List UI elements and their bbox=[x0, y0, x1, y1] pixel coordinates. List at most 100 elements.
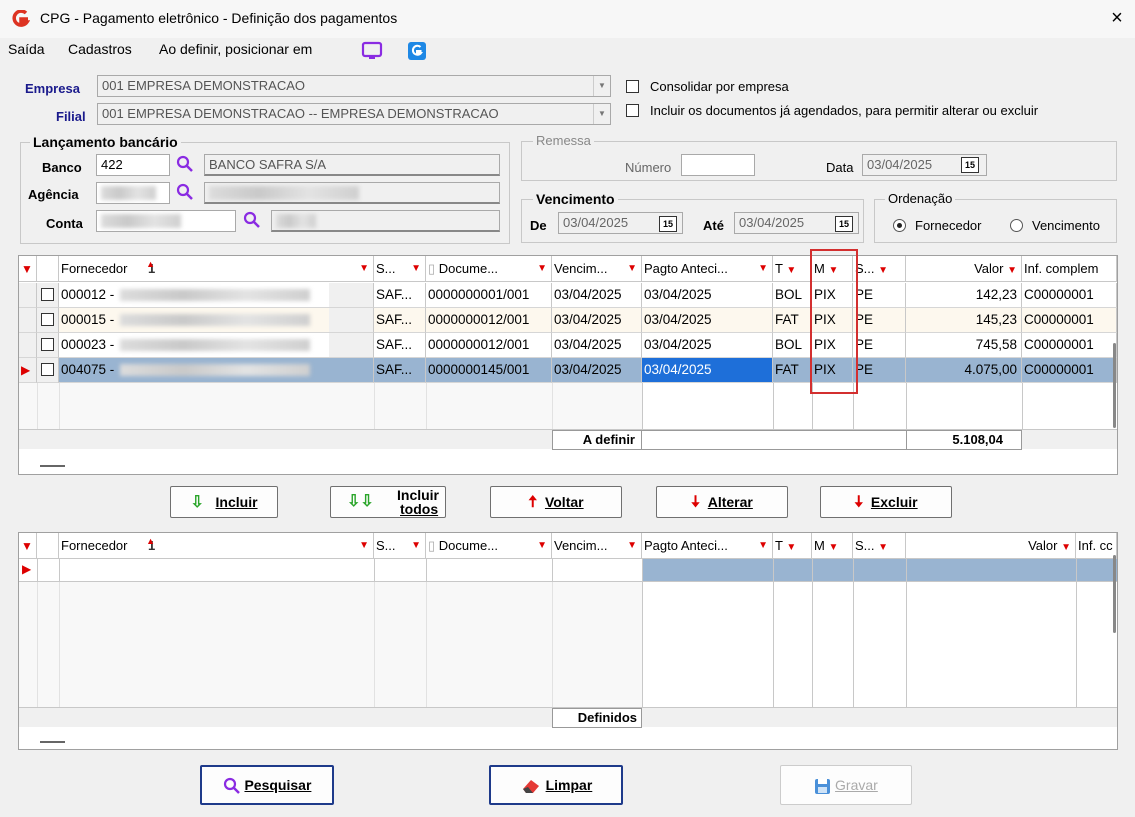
cell-fornecedor[interactable]: 004075 - bbox=[59, 358, 374, 383]
empresa-select[interactable]: 001 EMPRESA DEMONSTRACAO bbox=[97, 75, 611, 97]
pending-grid-splitter[interactable] bbox=[40, 465, 65, 467]
row-checkbox[interactable] bbox=[41, 313, 54, 326]
col-inf[interactable]: Inf. cc bbox=[1076, 533, 1117, 558]
pesquisar-button[interactable]: Pesquisar bbox=[200, 765, 334, 805]
table-row[interactable]: 000012 - SAF... 0000000001/001 03/04/2025 03… bbox=[19, 283, 1117, 308]
banco-input[interactable]: 422 bbox=[96, 154, 170, 176]
search-icon[interactable] bbox=[176, 183, 194, 201]
defined-selected-row[interactable] bbox=[642, 559, 1117, 581]
cell-s2[interactable]: PE bbox=[853, 283, 906, 308]
cell-s[interactable]: SAF... bbox=[374, 308, 426, 333]
search-icon[interactable] bbox=[176, 155, 194, 173]
cell-documento[interactable]: 0000000001/001 bbox=[426, 283, 552, 308]
pending-grid-scrollbar[interactable] bbox=[1113, 343, 1116, 428]
cell-s2[interactable]: PE bbox=[853, 333, 906, 358]
cell-vencimento[interactable]: 03/04/2025 bbox=[552, 308, 642, 333]
cell-m[interactable]: PIX bbox=[812, 308, 853, 333]
col-s[interactable]: S... ▼ bbox=[374, 533, 426, 558]
col-s2[interactable]: S... ▼ bbox=[853, 256, 906, 281]
cell-valor[interactable]: 142,23 bbox=[906, 283, 1022, 308]
excluir-button[interactable]: 🠇 Excluir bbox=[820, 486, 952, 518]
cell-inf[interactable]: C00000001 bbox=[1022, 333, 1117, 358]
cell-pagto[interactable]: 03/04/2025 bbox=[642, 358, 773, 383]
col-s[interactable]: S... ▼ bbox=[374, 256, 426, 281]
row-checkbox[interactable] bbox=[41, 288, 54, 301]
chevron-down-icon[interactable]: ▼ bbox=[593, 104, 610, 124]
incluir-agendados-checkbox[interactable] bbox=[626, 104, 639, 117]
cell-valor[interactable]: 145,23 bbox=[906, 308, 1022, 333]
col-documento[interactable]: ▯ Docume... ▼ bbox=[426, 256, 552, 281]
ordenacao-fornecedor-radio[interactable] bbox=[893, 219, 906, 232]
cell-s[interactable]: SAF... bbox=[374, 358, 426, 383]
cell-inf[interactable]: C00000001 bbox=[1022, 308, 1117, 333]
col-t[interactable]: T ▼ bbox=[773, 256, 812, 281]
col-vencimento[interactable]: Vencim... ▼ bbox=[552, 256, 642, 281]
col-vencimento[interactable]: Vencim... ▼ bbox=[552, 533, 642, 558]
cell-s2[interactable]: PE bbox=[853, 308, 906, 333]
cell-t[interactable]: FAT bbox=[773, 308, 812, 333]
cell-m[interactable]: PIX bbox=[812, 333, 853, 358]
cell-documento[interactable]: 0000000145/001 bbox=[426, 358, 552, 383]
cell-s[interactable]: SAF... bbox=[374, 283, 426, 308]
menu-saida[interactable]: Saída bbox=[8, 41, 45, 57]
ordenacao-vencimento-radio[interactable] bbox=[1010, 219, 1023, 232]
cell-fornecedor[interactable]: 000015 - bbox=[59, 308, 374, 333]
cell-t[interactable]: BOL bbox=[773, 283, 812, 308]
cell-vencimento[interactable]: 03/04/2025 bbox=[552, 283, 642, 308]
cell-vencimento[interactable]: 03/04/2025 bbox=[552, 333, 642, 358]
col-documento[interactable]: ▯ Docume... ▼ bbox=[426, 533, 552, 558]
col-s2[interactable]: S... ▼ bbox=[853, 533, 906, 558]
cell-m[interactable]: PIX bbox=[812, 358, 853, 383]
menu-cadastros[interactable]: Cadastros bbox=[68, 41, 132, 57]
col-valor[interactable]: Valor ▼ bbox=[906, 256, 1022, 281]
search-icon[interactable] bbox=[243, 211, 261, 229]
cell-documento[interactable]: 0000000012/001 bbox=[426, 308, 552, 333]
cell-fornecedor[interactable]: 000023 - bbox=[59, 333, 374, 358]
cell-s2[interactable]: PE bbox=[853, 358, 906, 383]
cell-valor[interactable]: 4.075,00 bbox=[906, 358, 1022, 383]
row-select-cell[interactable] bbox=[37, 308, 59, 333]
agencia-input[interactable] bbox=[96, 182, 170, 204]
row-select-cell[interactable] bbox=[37, 283, 59, 308]
col-fornecedor[interactable]: Fornecedor ▲1 ▼ bbox=[59, 256, 374, 281]
table-row[interactable]: ▶ 004075 - SAF... 0000000145/001 03/04/2025 0… bbox=[19, 358, 1117, 383]
row-checkbox[interactable] bbox=[41, 338, 54, 351]
col-t[interactable]: T ▼ bbox=[773, 533, 812, 558]
incluir-button[interactable]: ⇩ Incluir bbox=[170, 486, 278, 518]
col-valor[interactable]: Valor ▼ bbox=[906, 533, 1076, 558]
cell-inf[interactable]: C00000001 bbox=[1022, 283, 1117, 308]
col-pagto[interactable]: Pagto Anteci... ▼ bbox=[642, 256, 773, 281]
col-m[interactable]: M ▼ bbox=[812, 256, 853, 281]
cell-t[interactable]: FAT bbox=[773, 358, 812, 383]
alterar-button[interactable]: 🠇 Alterar bbox=[656, 486, 788, 518]
defined-grid-splitter[interactable] bbox=[40, 741, 65, 743]
col-inf[interactable]: Inf. complem bbox=[1022, 256, 1117, 281]
cell-pagto[interactable]: 03/04/2025 bbox=[642, 308, 773, 333]
limpar-button[interactable]: Limpar bbox=[489, 765, 623, 805]
cell-s[interactable]: SAF... bbox=[374, 333, 426, 358]
monitor-icon[interactable] bbox=[361, 41, 383, 61]
cell-fornecedor[interactable]: 000012 - bbox=[59, 283, 374, 308]
row-select-cell[interactable] bbox=[37, 358, 59, 383]
gravar-button[interactable]: Gravar bbox=[780, 765, 912, 805]
cell-vencimento[interactable]: 03/04/2025 bbox=[552, 358, 642, 383]
conta-input[interactable] bbox=[96, 210, 236, 232]
calendar-icon[interactable]: 15 bbox=[961, 157, 979, 173]
defined-grid-scrollbar[interactable] bbox=[1113, 555, 1116, 633]
calendar-icon[interactable]: 15 bbox=[835, 216, 853, 232]
col-fornecedor[interactable]: Fornecedor ▲1 ▼ bbox=[59, 533, 374, 558]
consolidar-checkbox[interactable] bbox=[626, 80, 639, 93]
row-select-cell[interactable] bbox=[37, 333, 59, 358]
table-row[interactable]: 000023 - SAF... 0000000012/001 03/04/2025 03… bbox=[19, 333, 1117, 358]
numero-input[interactable] bbox=[681, 154, 755, 176]
table-row[interactable]: 000015 - SAF... 0000000012/001 03/04/2025 03… bbox=[19, 308, 1117, 333]
filial-select[interactable]: 001 EMPRESA DEMONSTRACAO -- EMPRESA DEMO… bbox=[97, 103, 611, 125]
voltar-button[interactable]: 🠅 Voltar bbox=[490, 486, 622, 518]
cell-pagto[interactable]: 03/04/2025 bbox=[642, 283, 773, 308]
incluir-todos-button[interactable]: ⇩⇩ Incluir todos bbox=[330, 486, 446, 518]
col-pagto[interactable]: Pagto Anteci... ▼ bbox=[642, 533, 773, 558]
close-button[interactable]: × bbox=[1106, 6, 1128, 30]
menu-ao-definir[interactable]: Ao definir, posicionar em bbox=[159, 41, 312, 57]
chevron-down-icon[interactable]: ▼ bbox=[593, 76, 610, 96]
calendar-icon[interactable]: 15 bbox=[659, 216, 677, 232]
